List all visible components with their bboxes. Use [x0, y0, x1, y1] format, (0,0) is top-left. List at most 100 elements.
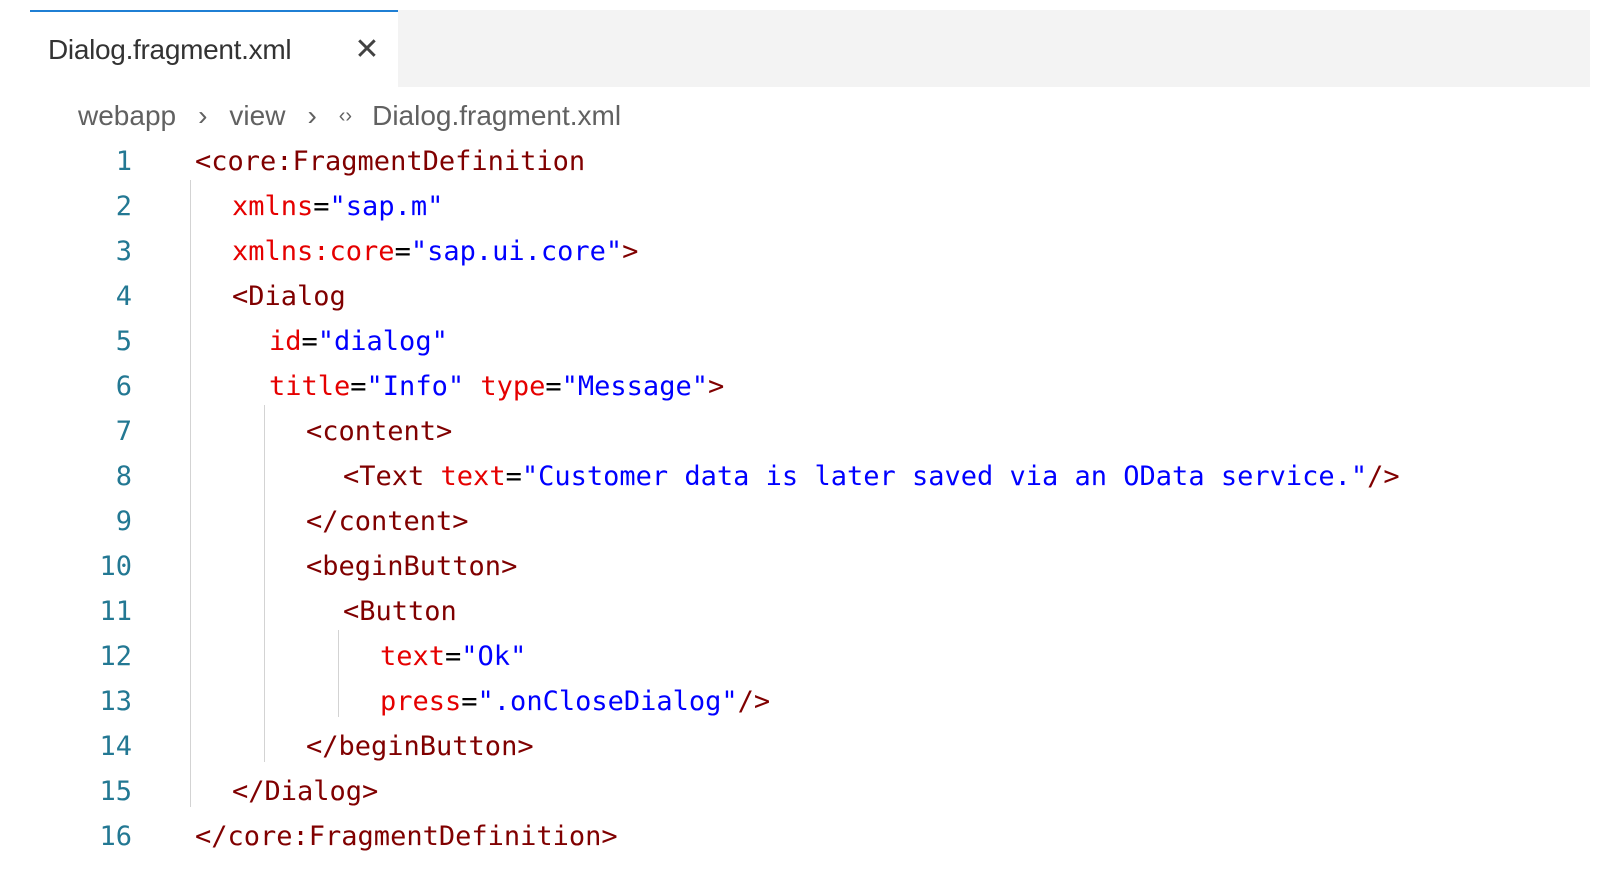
code-line[interactable]: 16 </core:FragmentDefinition>	[0, 814, 1600, 859]
line-number: 5	[115, 326, 132, 357]
code-text: text="Ok"	[380, 634, 526, 679]
close-icon[interactable]: ✕	[352, 35, 382, 65]
code-token-str: "Ok"	[461, 641, 527, 672]
code-token-eq: =	[313, 191, 330, 222]
code-text: <Dialog	[232, 274, 346, 319]
code-token-eq: =	[394, 236, 411, 267]
code-token-tag: />	[1367, 461, 1400, 492]
code-token-attr: title	[269, 371, 351, 402]
code-line[interactable]: 2 xmlns="sap.m"	[0, 184, 1600, 229]
chevron-right-icon: ›	[198, 100, 208, 131]
line-number: 10	[99, 551, 132, 582]
code-line[interactable]: 6 title="Info" type="Message">	[0, 364, 1600, 409]
line-number: 9	[115, 506, 132, 537]
code-line[interactable]: 9 </content>	[0, 499, 1600, 544]
code-text: </beginButton>	[306, 724, 534, 769]
line-number: 6	[115, 371, 132, 402]
line-number: 16	[99, 821, 132, 852]
editor-tab-bar: Dialog.fragment.xml ✕	[30, 10, 1590, 87]
breadcrumb-item-webapp[interactable]: webapp	[78, 100, 176, 132]
code-token-attr: type	[480, 371, 546, 402]
code-token-eq	[464, 371, 480, 402]
code-editor[interactable]: 1 <core:FragmentDefinition 2 xmlns="sap.m" 3…	[0, 139, 1600, 879]
code-line[interactable]: 11 <Button	[0, 589, 1600, 634]
code-text: </core:FragmentDefinition>	[195, 814, 618, 859]
line-number: 8	[115, 461, 132, 492]
code-token-str: "Customer data is later saved via an ODa…	[521, 461, 1368, 492]
code-text: id="dialog"	[269, 319, 448, 364]
code-text: <content>	[306, 409, 452, 454]
code-token-tag: <core:FragmentDefinition	[195, 146, 586, 177]
code-token-tag: <Text	[343, 461, 425, 492]
tab-title: Dialog.fragment.xml	[48, 34, 292, 65]
code-text: <core:FragmentDefinition	[195, 139, 585, 184]
line-number: 15	[99, 776, 132, 807]
breadcrumb-item-file[interactable]: Dialog.fragment.xml	[372, 100, 621, 132]
code-line[interactable]: 3 xmlns:core="sap.ui.core">	[0, 229, 1600, 274]
code-token-eq: =	[350, 371, 367, 402]
code-token-tag: />	[737, 686, 771, 717]
code-token-str: "sap.ui.core"	[410, 236, 623, 267]
line-number: 12	[99, 641, 132, 672]
code-token-attr: id	[269, 326, 302, 357]
code-text: </Dialog>	[232, 769, 378, 814]
breadcrumb: webapp › view › ‹› Dialog.fragment.xml	[78, 96, 621, 136]
code-token-tag: </content>	[306, 506, 469, 537]
code-token-eq: =	[461, 686, 478, 717]
line-number: 7	[115, 416, 132, 447]
line-number: 4	[115, 281, 132, 312]
code-text: </content>	[306, 499, 469, 544]
code-token-tag: <content>	[306, 416, 453, 447]
code-text: <beginButton>	[306, 544, 517, 589]
line-number: 1	[115, 146, 132, 177]
code-line[interactable]: 13 press=".onCloseDialog"/>	[0, 679, 1600, 724]
code-text: xmlns:core="sap.ui.core">	[232, 229, 638, 274]
code-token-str: "sap.m"	[329, 191, 444, 222]
code-line[interactable]: 15 </Dialog>	[0, 769, 1600, 814]
code-token-str: ".onCloseDialog"	[477, 686, 738, 717]
chevron-right-icon: ›	[307, 100, 317, 131]
code-text: xmlns="sap.m"	[232, 184, 443, 229]
code-token-eq: =	[505, 461, 522, 492]
line-number: 14	[99, 731, 132, 762]
code-text: press=".onCloseDialog"/>	[380, 679, 770, 724]
code-token-str: "dialog"	[317, 326, 448, 357]
breadcrumb-item-view[interactable]: view	[229, 100, 285, 132]
code-token-eq: =	[445, 641, 462, 672]
code-token-attr: press	[380, 686, 462, 717]
code-line[interactable]: 12 text="Ok"	[0, 634, 1600, 679]
code-line[interactable]: 7 <content>	[0, 409, 1600, 454]
code-line[interactable]: 5 id="dialog"	[0, 319, 1600, 364]
code-token-tag: <beginButton>	[306, 551, 518, 582]
code-line[interactable]: 4 <Dialog	[0, 274, 1600, 319]
code-token-tag: <Button	[343, 596, 457, 627]
code-token-tag: >	[622, 236, 639, 267]
code-token-tag: <Dialog	[232, 281, 346, 312]
code-token-attr: text	[440, 461, 506, 492]
code-text: <Button	[343, 589, 457, 634]
code-token-attr: xmlns	[232, 191, 314, 222]
code-token-tag: </core:FragmentDefinition>	[195, 821, 618, 852]
code-token-str: "Info"	[366, 371, 465, 402]
code-token-str: "Message"	[561, 371, 708, 402]
line-number: 13	[99, 686, 132, 717]
code-line[interactable]: 14 </beginButton>	[0, 724, 1600, 769]
code-line[interactable]: 10 <beginButton>	[0, 544, 1600, 589]
tab-dialog-fragment[interactable]: Dialog.fragment.xml ✕	[30, 10, 398, 87]
code-token-tag: </Dialog>	[232, 776, 379, 807]
line-number: 2	[115, 191, 132, 222]
code-token-eq	[424, 461, 440, 492]
code-line[interactable]: 8 <Text text="Customer data is later save…	[0, 454, 1600, 499]
xml-code-icon: ‹›	[338, 104, 353, 127]
code-token-attr: xmlns:core	[232, 236, 395, 267]
code-token-tag: </beginButton>	[306, 731, 534, 762]
code-token-eq: =	[545, 371, 562, 402]
line-number: 11	[99, 596, 132, 627]
code-token-tag: >	[707, 371, 725, 402]
code-token-eq: =	[301, 326, 318, 357]
code-token-attr: text	[380, 641, 446, 672]
code-line[interactable]: 1 <core:FragmentDefinition	[0, 139, 1600, 184]
code-text: <Text text="Customer data is later saved…	[343, 454, 1400, 499]
code-text: title="Info" type="Message">	[269, 364, 724, 409]
line-number: 3	[115, 236, 132, 267]
